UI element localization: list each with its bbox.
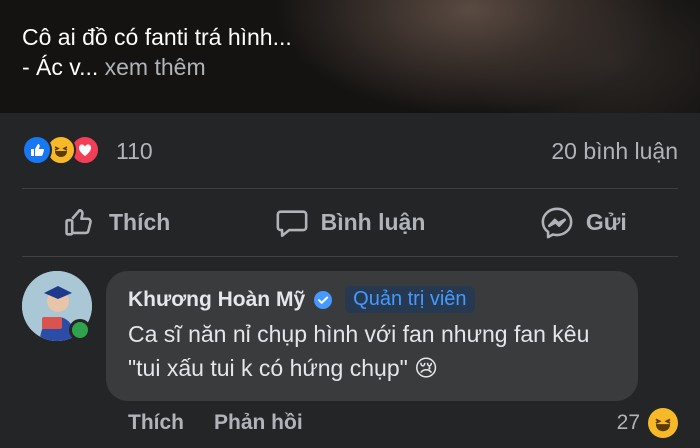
- thumbs-up-icon: [65, 208, 92, 236]
- messenger-icon: [541, 207, 573, 238]
- reaction-icons[interactable]: [22, 135, 100, 165]
- send-label: Gửi: [585, 209, 627, 235]
- see-more-link[interactable]: xem thêm: [105, 54, 206, 80]
- send-button[interactable]: Gửi: [467, 189, 700, 256]
- post-caption: Cô ai đồ có fanti trá hình... - Ác v... …: [22, 22, 292, 82]
- post-actions: Thích Bình luận Gửi: [0, 189, 700, 256]
- admin-badge: Quản trị viên: [345, 286, 475, 313]
- reaction-summary: 110 20 bình luận: [0, 113, 700, 188]
- comment-reaction-count: 27: [616, 411, 640, 434]
- comment-label: Bình luận: [320, 209, 426, 235]
- like-icon: [22, 135, 52, 165]
- caption-line-2: - Ác v...: [22, 54, 99, 80]
- comments-count[interactable]: 20 bình luận: [551, 138, 678, 165]
- comment-bubble-icon: [276, 209, 308, 237]
- online-status-dot: [69, 319, 91, 341]
- comment-button[interactable]: Bình luận: [233, 189, 466, 256]
- comment-author[interactable]: Khương Hoàn Mỹ: [128, 288, 305, 312]
- comment-like-button[interactable]: Thích: [128, 411, 184, 435]
- comment-bubble: Khương Hoàn Mỹ Quản trị viên Ca sĩ năn n…: [106, 271, 638, 401]
- comment-item: Khương Hoàn Mỹ Quản trị viên Ca sĩ năn n…: [0, 256, 700, 448]
- comment-reaction[interactable]: 27: [617, 408, 678, 438]
- caption-line-1: Cô ai đồ có fanti trá hình...: [22, 24, 292, 50]
- verified-badge-icon: [314, 290, 333, 309]
- comment-text: Ca sĩ năn nỉ chụp hình với fan nhưng fan…: [128, 321, 590, 381]
- comment-actions: Thích Phản hồi: [128, 411, 303, 435]
- haha-icon: [648, 408, 678, 438]
- like-label: Thích: [108, 209, 171, 235]
- reaction-count[interactable]: 110: [116, 138, 153, 165]
- like-button[interactable]: Thích: [0, 189, 233, 256]
- video-frame[interactable]: Cô ai đồ có fanti trá hình... - Ác v... …: [0, 0, 700, 113]
- comment-reply-button[interactable]: Phản hồi: [214, 411, 303, 435]
